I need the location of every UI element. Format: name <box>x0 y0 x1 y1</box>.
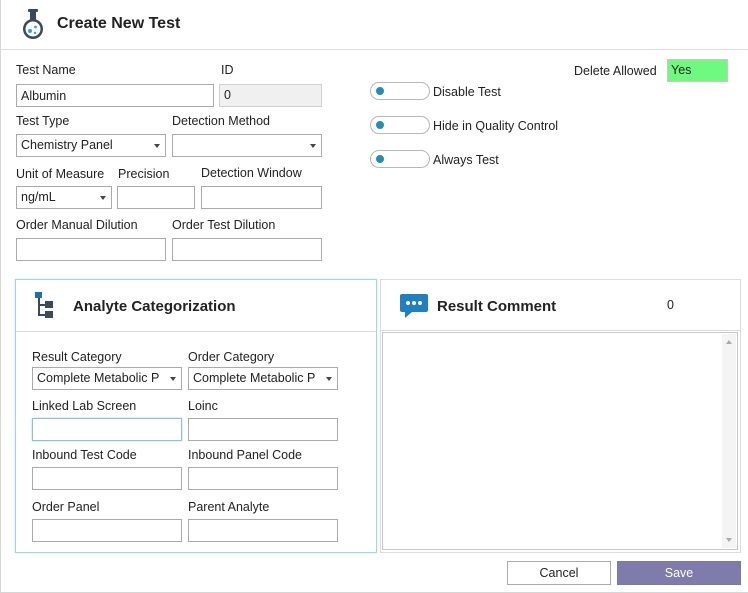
result-category-label: Result Category <box>32 350 122 364</box>
order-test-dilution-label: Order Test Dilution <box>172 218 276 232</box>
hierarchy-icon <box>34 291 56 321</box>
comment-bubble-icon <box>399 292 429 320</box>
order-category-label: Order Category <box>188 350 275 364</box>
linked-lab-screen-input[interactable] <box>32 418 182 441</box>
analyte-panel-header: Analyte Categorization <box>16 280 376 332</box>
toggle-knob <box>376 121 384 129</box>
result-category-select[interactable]: Complete Metabolic P <box>32 367 182 390</box>
result-comment-title: Result Comment <box>437 298 557 315</box>
inbound-test-code-label: Inbound Test Code <box>32 448 137 462</box>
chevron-down-icon <box>310 144 316 148</box>
order-category-select[interactable]: Complete Metabolic P <box>188 367 338 390</box>
chevron-down-icon <box>326 377 332 381</box>
order-manual-dilution-input[interactable] <box>16 238 166 261</box>
detection-method-label: Detection Method <box>172 114 270 128</box>
id-label: ID <box>221 63 234 77</box>
order-manual-dilution-label: Order Manual Dilution <box>16 218 138 232</box>
save-button[interactable]: Save <box>617 561 741 585</box>
order-panel-input[interactable] <box>32 519 182 542</box>
cancel-button[interactable]: Cancel <box>507 561 611 585</box>
scroll-down-arrow-icon[interactable] <box>726 538 732 542</box>
analyte-panel-title: Analyte Categorization <box>73 298 236 315</box>
result-category-value: Complete Metabolic P <box>37 371 160 385</box>
delete-allowed-label: Delete Allowed <box>574 64 657 78</box>
hide-in-qc-toggle[interactable] <box>370 116 430 134</box>
test-type-label: Test Type <box>16 114 70 128</box>
parent-analyte-label: Parent Analyte <box>188 500 270 514</box>
hide-in-qc-label: Hide in Quality Control <box>433 119 559 133</box>
id-field: 0 <box>219 84 322 107</box>
result-comment-count: 0 <box>667 298 674 312</box>
precision-input[interactable] <box>117 186 195 209</box>
disable-test-label: Disable Test <box>433 85 501 99</box>
page-title: Create New Test <box>57 15 181 32</box>
inbound-test-code-input[interactable] <box>32 467 182 490</box>
chevron-down-icon <box>100 196 106 200</box>
result-comment-header: Result Comment 0 <box>381 280 740 331</box>
inbound-panel-code-label: Inbound Panel Code <box>188 448 302 462</box>
always-test-label: Always Test <box>433 153 499 167</box>
header: Create New Test <box>0 0 748 50</box>
toggle-knob <box>376 87 384 95</box>
order-test-dilution-input[interactable] <box>172 238 322 261</box>
detection-window-input[interactable] <box>201 186 322 209</box>
unit-of-measure-select[interactable]: ng/mL <box>16 186 112 209</box>
always-test-toggle[interactable] <box>370 150 430 168</box>
scroll-up-arrow-icon[interactable] <box>726 340 732 344</box>
chevron-down-icon <box>154 144 160 148</box>
toggle-knob <box>376 155 384 163</box>
order-panel-label: Order Panel <box>32 500 100 514</box>
unit-of-measure-label: Unit of Measure <box>16 167 105 181</box>
precision-label: Precision <box>118 167 170 181</box>
parent-analyte-input[interactable] <box>188 519 338 542</box>
test-type-select[interactable]: Chemistry Panel <box>16 134 166 157</box>
disable-test-toggle[interactable] <box>370 82 430 100</box>
result-comment-textarea[interactable] <box>382 332 738 550</box>
unit-of-measure-value: ng/mL <box>21 190 56 204</box>
loinc-input[interactable] <box>188 418 338 441</box>
test-name-label: Test Name <box>16 63 76 77</box>
order-category-value: Complete Metabolic P <box>193 371 316 385</box>
chevron-down-icon <box>170 377 176 381</box>
detection-window-label: Detection Window <box>201 166 302 180</box>
flask-icon <box>20 8 46 42</box>
linked-lab-screen-label: Linked Lab Screen <box>32 399 137 413</box>
test-name-input[interactable] <box>16 84 214 107</box>
delete-allowed-value[interactable]: Yes <box>667 59 728 82</box>
detection-method-select[interactable] <box>172 134 322 157</box>
loinc-label: Loinc <box>188 399 218 413</box>
test-type-value: Chemistry Panel <box>21 138 113 152</box>
inbound-panel-code-input[interactable] <box>188 467 338 490</box>
vertical-scrollbar[interactable] <box>722 334 736 548</box>
